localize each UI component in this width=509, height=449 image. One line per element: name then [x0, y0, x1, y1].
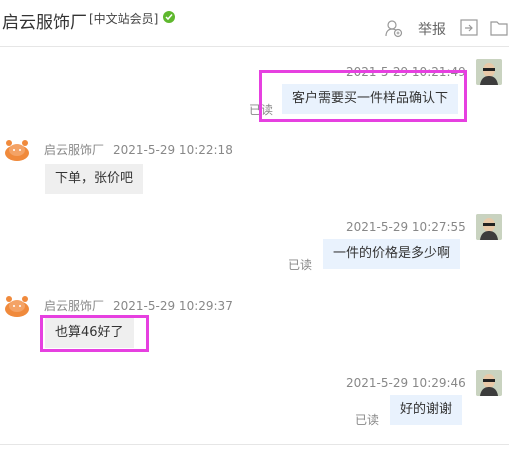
sender-name: 启云服饰厂 — [44, 299, 105, 313]
chat-header: 启云服饰厂 [中文站会员] 举报 — [0, 0, 509, 46]
folder-icon[interactable] — [490, 19, 508, 36]
message-bubble[interactable]: 一件的价格是多少啊 — [323, 239, 461, 269]
member-badge: [中文站会员] — [89, 12, 159, 26]
avatar[interactable] — [476, 214, 502, 240]
highlight-box — [259, 70, 467, 122]
message-meta: 启云服饰厂 2021-5-29 10:22:18 — [44, 141, 233, 158]
message-time: 2021-5-29 10:27:55 — [346, 220, 466, 234]
shop-title[interactable]: 启云服饰厂 — [2, 8, 87, 33]
message-bubble[interactable]: 下单，张价吧 — [45, 164, 144, 194]
avatar[interactable] — [4, 138, 30, 162]
message-time: 2021-5-29 10:29:46 — [346, 376, 466, 390]
report-button[interactable]: 举报 — [418, 19, 446, 39]
sender-name: 启云服饰厂 — [44, 143, 105, 157]
input-divider — [0, 444, 509, 445]
share-icon[interactable] — [460, 19, 478, 36]
message-time: 2021-5-29 10:29:37 — [113, 299, 233, 313]
user-add-icon[interactable] — [384, 19, 403, 38]
read-status: 已读 — [355, 413, 380, 427]
highlight-box — [40, 315, 149, 352]
read-status: 已读 — [288, 258, 313, 272]
message-bubble[interactable]: 好的谢谢 — [390, 395, 463, 425]
verified-check-icon — [163, 11, 175, 23]
header-divider — [0, 46, 509, 47]
avatar[interactable] — [4, 294, 30, 318]
message-time: 2021-5-29 10:22:18 — [113, 143, 233, 157]
message-meta: 启云服饰厂 2021-5-29 10:29:37 — [44, 297, 233, 314]
avatar[interactable] — [476, 370, 502, 396]
avatar[interactable] — [476, 59, 502, 85]
